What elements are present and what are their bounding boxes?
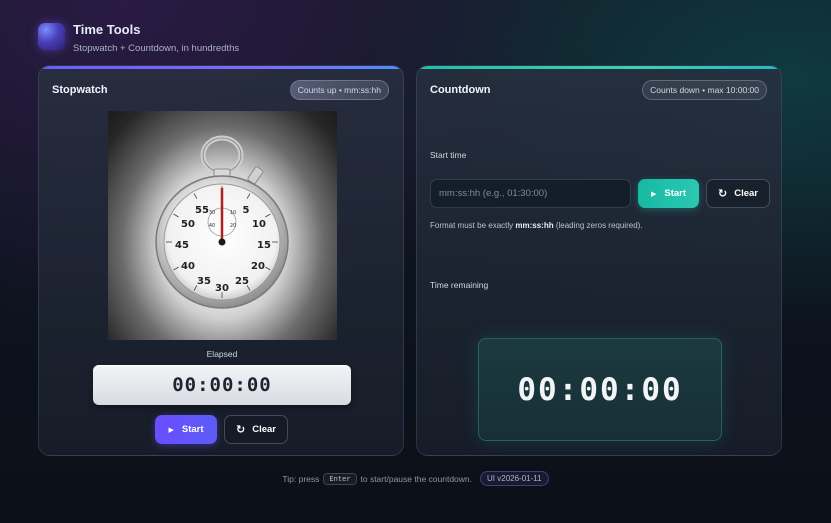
format-hint: Format must be exactly mm:ss:hh (leading… [430,221,643,230]
tip-prefix: Tip: press [282,473,320,484]
version-badge: UI v2026-01-11 [480,471,549,486]
dial-number: 55 [195,205,209,216]
dial-number: 5 [243,205,250,216]
format-hint-suffix: (leading zeros required). [553,221,643,230]
app-title: Time Tools [73,22,141,37]
dial-number: 20 [251,261,265,272]
stopwatch-start-label: Start [181,424,204,435]
stopwatch-badge: Counts up • mm:ss:hh [289,80,389,100]
dial-number: 10 [252,219,266,230]
footer: Tip: press Enter to start/pause the coun… [0,471,831,486]
stopwatch-display: 00:00:00 [93,365,351,405]
inner-dial-number: 20 [230,223,236,229]
tip-suffix: to start/pause the countdown. [360,473,473,484]
reset-icon: ↻ [236,424,246,436]
start-time-label: Start time [430,150,467,160]
countdown-clear-button[interactable]: ↻ Clear [706,179,770,208]
countdown-title: Countdown [430,84,491,96]
countdown-clear-label: Clear [734,188,758,199]
dial-number: 45 [175,240,189,251]
enter-key: Enter [323,472,357,485]
inner-dial-number: 10 [230,210,236,216]
dial-number: 35 [197,276,211,287]
dial-number: 30 [215,283,229,294]
start-time-input[interactable] [430,179,631,208]
countdown-card: Countdown Counts down • max 10:00:00 Sta… [416,65,782,456]
format-hint-prefix: Format must be exactly [430,221,516,230]
countdown-display: 00:00:00 [478,338,722,441]
stopwatch-start-button[interactable]: ▶ Start [155,415,217,444]
elapsed-label: Elapsed [206,349,238,359]
countdown-start-label: Start [664,188,687,199]
reset-icon: ↻ [718,188,728,200]
play-icon: ▶ [168,426,174,434]
inner-dial-number: 30 [209,210,215,216]
stopwatch-card: Stopwatch Counts up • mm:ss:hh 55 5 50 1… [38,65,404,456]
app-header: Time Tools Stopwatch + Countdown, in hun… [38,22,239,54]
app-subtitle: Stopwatch + Countdown, in hundredths [73,43,240,54]
inner-dial-number: 40 [209,223,215,229]
app-logo [38,23,65,50]
countdown-badge: Counts down • max 10:00:00 [642,80,767,100]
dial-number: 40 [181,261,195,272]
stopwatch-image: 55 5 50 10 45 15 40 20 35 25 30 30 10 20… [108,111,337,340]
stopwatch-clear-label: Clear [252,424,276,435]
dial-number: 25 [235,276,249,287]
dial-number: 15 [257,240,271,251]
time-remaining-label: Time remaining [430,280,489,290]
stopwatch-title: Stopwatch [52,84,108,96]
dial-number: 50 [181,219,195,230]
format-hint-format: mm:ss:hh [515,221,554,230]
stopwatch-clear-button[interactable]: ↻ Clear [224,415,288,444]
countdown-start-button[interactable]: ▶ Start [638,179,699,208]
play-icon: ▶ [650,190,657,198]
stopwatch-illustration: 55 5 50 10 45 15 40 20 35 25 30 30 10 20… [155,135,289,309]
